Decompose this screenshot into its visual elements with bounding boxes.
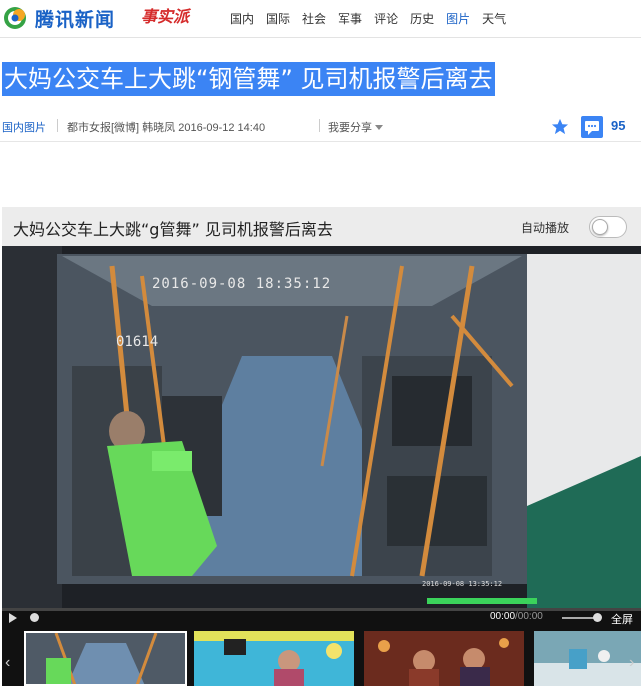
nav-item-7[interactable]: 图片 — [446, 10, 470, 27]
player-title: 大妈公交车上大跳“g管舞” 见司机报警后离去 — [13, 220, 333, 239]
video-osd-timestamp: 2016-09-08 18:35:12 — [152, 276, 332, 292]
nav-item-3[interactable]: 社会 — [302, 10, 326, 27]
share-label: 我要分享 — [328, 122, 372, 134]
article-title: 大妈公交车上大跳“钢管舞” 见司机报警后离去 — [2, 62, 495, 96]
thumbnail-item[interactable] — [194, 631, 354, 686]
play-icon[interactable] — [9, 613, 17, 623]
comment-button[interactable] — [581, 116, 603, 138]
thumbnail-item[interactable] — [24, 631, 187, 686]
nav-item-4[interactable]: 军事 — [338, 10, 362, 27]
time-readout: 00:00/00:00 — [490, 611, 543, 622]
progress-bar[interactable] — [2, 608, 641, 611]
player-controls: 00:00/00:00 全屏 — [2, 608, 641, 627]
category-link[interactable]: 国内图片 — [2, 119, 46, 135]
fullscreen-button[interactable]: 全屏 — [611, 611, 633, 627]
video-still — [2, 246, 641, 608]
site-logo[interactable]: 腾讯新闻 — [2, 4, 115, 32]
nav-item-8[interactable]: 天气 — [482, 10, 506, 27]
volume-handle[interactable] — [593, 613, 602, 622]
qq-news-logo-icon — [4, 7, 26, 29]
toggle-knob — [592, 219, 608, 235]
main-nav: 国内 国际 社会 军事 评论 历史 图片 天气 — [224, 0, 512, 36]
share-button[interactable]: 我要分享 — [328, 119, 383, 135]
nav-item-6[interactable]: 历史 — [410, 10, 434, 27]
favorite-star-icon[interactable] — [551, 118, 569, 135]
comment-count[interactable]: 95 — [611, 118, 625, 133]
comment-icon — [585, 121, 599, 135]
chevron-left-icon[interactable]: ‹ — [5, 653, 19, 673]
total-time: /00:00 — [515, 611, 543, 622]
video-frame[interactable]: 2016-09-08 18:35:12 01614 2016-09-08 13:… — [2, 246, 641, 608]
player-header: 大妈公交车上大跳“g管舞” 见司机报警后离去 自动播放 — [2, 207, 641, 246]
scrub-handle[interactable] — [30, 613, 39, 622]
nav-item-5[interactable]: 评论 — [374, 10, 398, 27]
thumbnail-item[interactable] — [534, 631, 641, 686]
thumbnail-item[interactable] — [364, 631, 524, 686]
logo-sub-brand[interactable]: 事实派 — [141, 3, 189, 27]
thumbnail-image — [194, 631, 354, 686]
related-thumbnails: ‹ › — [2, 627, 641, 686]
nav-item-1[interactable]: 国内 — [230, 10, 254, 27]
thumbnail-image — [364, 631, 524, 686]
video-player: 大妈公交车上大跳“g管舞” 见司机报警后离去 自动播放 2016-09-08 1… — [2, 207, 641, 686]
video-osd-id: 01614 — [116, 334, 159, 350]
article-meta: 国内图片 都市女报[微博] 韩晓凤 2016-09-12 14:40 我要分享 … — [0, 112, 641, 142]
chevron-right-icon[interactable]: › — [629, 653, 641, 673]
logo-text: 腾讯新闻 — [35, 8, 116, 31]
divider — [57, 119, 58, 132]
autoplay-label: 自动播放 — [521, 221, 570, 235]
article-source: 都市女报[微博] 韩晓凤 2016-09-12 14:40 — [67, 122, 266, 134]
nav-item-2[interactable]: 国际 — [266, 10, 290, 27]
current-time: 00:00 — [490, 611, 516, 622]
video-osd-bottom-time: 2016-09-08 13:35:12 — [422, 580, 503, 588]
chevron-down-icon — [375, 125, 383, 130]
thumbnail-image — [534, 631, 641, 686]
autoplay-toggle[interactable] — [589, 216, 627, 238]
thumbnail-image — [26, 633, 185, 684]
divider — [319, 119, 320, 132]
top-bar: 腾讯新闻 事实派 国内 国际 社会 军事 评论 历史 图片 天气 — [0, 0, 641, 38]
